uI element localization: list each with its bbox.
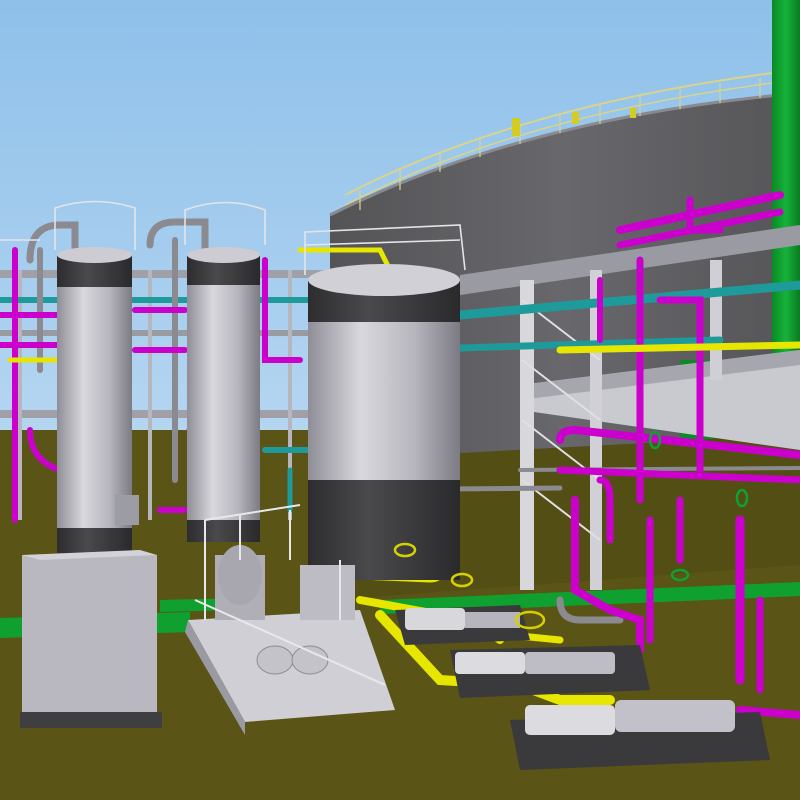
vertical-vessel-1[interactable] bbox=[57, 247, 139, 553]
vertical-vessel-3[interactable] bbox=[308, 264, 460, 580]
control-cabinet[interactable] bbox=[20, 550, 162, 728]
3d-model-viewport[interactable] bbox=[0, 0, 800, 800]
plant-scene[interactable] bbox=[0, 0, 800, 800]
vertical-vessel-2[interactable] bbox=[187, 247, 260, 542]
